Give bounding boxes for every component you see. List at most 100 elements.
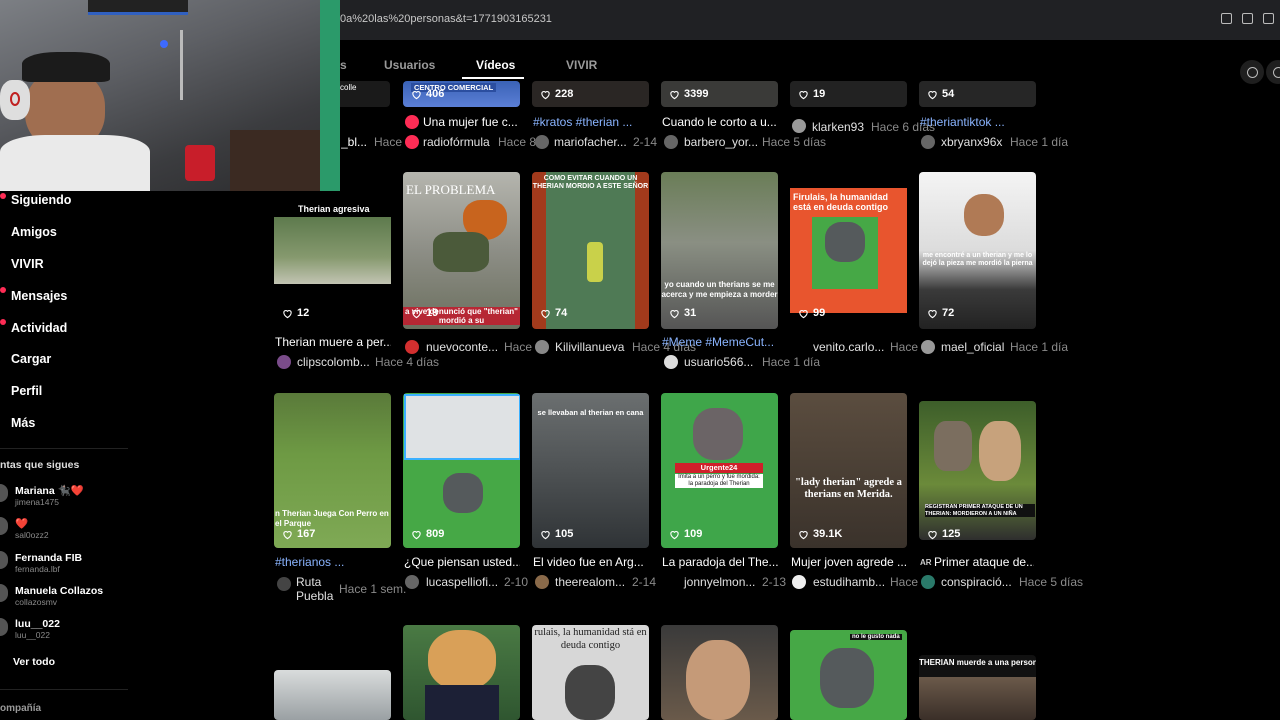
video-caption[interactable]: Una mujer fue c...: [423, 115, 533, 129]
tab-accounts[interactable]: s: [340, 58, 347, 72]
thumbnail-text: yo cuando un therians se me acerca y me …: [661, 280, 778, 299]
video-frame: [404, 394, 520, 460]
address-bar[interactable]: 0a%20las%20personas&t=1771903165231: [340, 13, 552, 25]
avatar: [405, 340, 419, 354]
video-caption[interactable]: Primer ataque de...: [934, 555, 1034, 569]
account-item[interactable]: Mariana 🐈‍⬛❤️ jimena1475: [15, 485, 84, 507]
thumbnail-text: Firulais, la humanidad está en deuda con…: [793, 192, 889, 212]
video-caption[interactable]: _bl...: [341, 135, 367, 149]
sidebar-item-more[interactable]: Más: [11, 416, 35, 430]
video-caption[interactable]: Therian muere a per...: [275, 335, 391, 349]
sidebar-item-activity[interactable]: Actividad: [11, 321, 67, 335]
thumbnail-text: EL PROBLEMA: [406, 182, 496, 197]
creator-name[interactable]: mael_oficial: [941, 340, 1004, 354]
video-thumbnail[interactable]: [274, 670, 391, 720]
account-name: Mariana 🐈‍⬛❤️: [15, 485, 84, 497]
video-caption[interactable]: La paradoja del The...: [662, 555, 778, 569]
mini-player-button[interactable]: [1266, 60, 1280, 84]
video-caption[interactable]: #Meme #MemeCut...: [662, 335, 777, 349]
creator-name[interactable]: Kilivillanueva: [555, 340, 624, 354]
video-thumbnail[interactable]: Therian agresiva 12: [274, 172, 391, 329]
avatar: [664, 355, 678, 369]
account-item[interactable]: ❤️ sal0ozz2: [15, 518, 49, 540]
video-caption[interactable]: #theriantiktok ...: [920, 115, 1032, 129]
video-date: 2-14: [633, 135, 658, 149]
video-thumbnail[interactable]: [661, 625, 778, 720]
video-thumbnail[interactable]: yo cuando un therians se me acerca y me …: [661, 172, 778, 329]
video-thumbnail[interactable]: Firulais, la humanidad está en deuda con…: [790, 172, 907, 329]
video-thumbnail[interactable]: EL PROBLEMA a vive denunció que "therian…: [403, 172, 520, 329]
sidebar-item-profile[interactable]: Perfil: [11, 384, 42, 398]
creator-name[interactable]: theerealom...: [555, 575, 625, 589]
video-date: Hace 1 día: [1010, 340, 1069, 354]
video-thumbnail[interactable]: 809: [403, 393, 520, 548]
video-thumbnail[interactable]: "lady therian" agrede a therians en Meri…: [790, 393, 907, 548]
video-caption[interactable]: ¿Que piensan usted...: [404, 555, 520, 569]
creator-name[interactable]: lucaspelliofi...: [426, 575, 498, 589]
video-thumbnail[interactable]: THERIAN muerde a una persona: [919, 655, 1036, 720]
video-date: Hace 5 días: [762, 135, 827, 149]
like-count: 167: [282, 528, 315, 540]
video-thumbnail[interactable]: 19: [790, 81, 907, 107]
creator-name[interactable]: barbero_yor...: [684, 135, 758, 149]
like-count-value: 167: [297, 528, 316, 540]
video-thumbnail[interactable]: Urgente24 Imita a un perro y fue mordida…: [661, 393, 778, 548]
creator-name[interactable]: klarken93: [812, 120, 864, 134]
creator-name[interactable]: xbryanx96x: [941, 135, 1002, 149]
video-caption[interactable]: Cuando le corto a u...: [662, 115, 777, 129]
creator-name[interactable]: nuevoconte...: [426, 340, 498, 354]
creator-name[interactable]: usuario566...: [684, 355, 753, 369]
sidebar-item-live[interactable]: VIVIR: [11, 257, 44, 271]
video-caption[interactable]: Mujer joven agrede ...: [791, 555, 907, 569]
video-thumbnail[interactable]: [403, 625, 520, 720]
video-thumbnail[interactable]: 3399: [661, 81, 778, 107]
creator-name[interactable]: mariofacher...: [554, 135, 627, 149]
avatar: [0, 484, 8, 502]
sidebar-item-upload[interactable]: Cargar: [11, 352, 51, 366]
tab-videos[interactable]: Vídeos: [476, 58, 515, 72]
creator-name[interactable]: jonnyelmon...: [684, 575, 755, 589]
video-thumbnail[interactable]: no le gusto nada: [790, 630, 907, 720]
see-all-link[interactable]: Ver todo: [13, 656, 55, 668]
account-name: Manuela Collazos: [15, 585, 104, 597]
creator-name[interactable]: Ruta Puebla: [296, 575, 336, 603]
video-thumbnail[interactable]: 54: [919, 81, 1036, 107]
video-thumbnail[interactable]: n Therian Juega Con Perro en el Parque 1…: [274, 393, 391, 548]
video-thumbnail[interactable]: se llevaban al therian en cana 105: [532, 393, 649, 548]
account-item[interactable]: Manuela Collazos collazosmv: [15, 585, 103, 607]
tab-users[interactable]: Usuarios: [384, 58, 435, 72]
settings-button[interactable]: [1240, 60, 1264, 84]
bookmark-icon[interactable]: [1263, 13, 1274, 24]
video-caption[interactable]: #therianos ...: [275, 555, 390, 569]
tab-live[interactable]: VIVIR: [566, 58, 597, 72]
creator-name[interactable]: estudihamb...: [813, 575, 885, 589]
video-thumbnail[interactable]: rulais, la humanidad stá en deuda contig…: [532, 625, 649, 720]
translate-icon[interactable]: [1221, 13, 1232, 24]
account-name: luu__022: [15, 618, 60, 630]
account-item[interactable]: Fernanda FIB fernanda.lbf: [15, 552, 82, 574]
divider: [0, 448, 128, 449]
avatar: [0, 584, 8, 602]
video-date: Hace: [504, 340, 533, 354]
creator-name[interactable]: clipscolomb...: [297, 355, 370, 369]
sidebar-item-messages[interactable]: Mensajes: [11, 289, 67, 303]
video-thumbnail[interactable]: COMO EVITAR CUANDO UN THERIAN MORDIO A E…: [532, 172, 649, 329]
video-thumbnail[interactable]: CENTRO COMERCIAL 406: [403, 81, 520, 107]
heart-icon: [670, 90, 679, 99]
creator-name[interactable]: radiofórmula: [423, 135, 490, 149]
creator-name[interactable]: conspiració...: [941, 575, 1012, 589]
video-thumbnail[interactable]: me encontré a un therian y me lo dejó la…: [919, 172, 1036, 329]
wolf-mask: [443, 473, 483, 513]
sidebar-item-friends[interactable]: Amigos: [11, 225, 57, 239]
stair-railing: [120, 30, 183, 100]
video-caption[interactable]: El video fue en Arg...: [533, 555, 649, 569]
share-icon[interactable]: [1242, 13, 1253, 24]
account-item[interactable]: luu__022 luu__022: [15, 618, 60, 640]
creator-name[interactable]: venito.carlo...: [813, 340, 884, 354]
video-thumbnail[interactable]: REGISTRAN PRIMER ATAQUE DE UN THERIAN: M…: [919, 401, 1036, 540]
avatar: [277, 577, 291, 591]
video-caption[interactable]: #kratos #therian ...: [533, 115, 645, 129]
like-count: 31: [669, 307, 696, 319]
video-thumbnail[interactable]: 228: [532, 81, 649, 107]
sidebar-item-following[interactable]: Siguiendo: [11, 193, 71, 207]
